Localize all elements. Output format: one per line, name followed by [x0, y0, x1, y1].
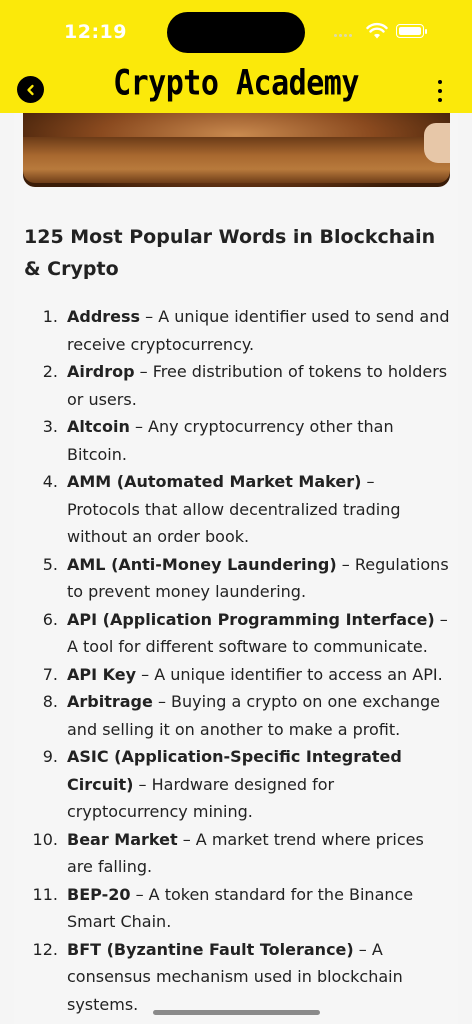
list-item-number: 1.: [42, 307, 58, 326]
battery-icon: [396, 24, 427, 38]
list-item-number: 13.: [14, 1018, 58, 1024]
list-item: 1. Address – A unique identifier used to …: [14, 303, 458, 358]
term-name: Airdrop: [67, 362, 135, 381]
term-definition: – A unique identifier to access an API.: [136, 664, 443, 684]
list-item: 6. API (Application Programming Interface…: [14, 606, 458, 661]
list-item-number: 9.: [42, 747, 58, 766]
list-item-number: 5.: [42, 554, 58, 574]
home-indicator[interactable]: [153, 1010, 320, 1015]
list-item: 9. ASIC (Application-Specific Integrated …: [14, 743, 458, 826]
list-item-number: 11.: [32, 884, 58, 904]
term-name: Bear Market: [67, 829, 178, 849]
cellular-signal-icon: [334, 34, 352, 37]
dynamic-island: [167, 12, 305, 53]
status-time: 12:19: [64, 21, 127, 43]
list-item: 11. BEP-20 – A token standard for the Bin…: [14, 881, 458, 936]
page-title: Crypto Academy: [113, 63, 359, 104]
more-options-button[interactable]: [434, 80, 446, 102]
list-item-number: 12.: [32, 939, 58, 959]
article-heading: 125 Most Popular Words in Blockchain & C…: [24, 226, 436, 280]
list-item-number: 7.: [42, 664, 58, 684]
list-item-number: 4.: [42, 472, 58, 491]
list-item: 3. Altcoin – Any cryptocurrency other tha…: [14, 413, 458, 468]
list-item: 13.Block – A set of transactions recorde…: [14, 1018, 458, 1024]
article-hero-image: [23, 113, 450, 187]
more-vertical-icon: [438, 80, 442, 84]
article-content[interactable]: 125 Most Popular Words in Blockchain & C…: [14, 113, 458, 1024]
list-item-number: 10.: [32, 829, 58, 849]
term-name: API (Application Programming Interface): [67, 609, 435, 629]
term-name: API Key: [67, 664, 137, 684]
term-name: AMM (Automated Market Maker): [67, 472, 362, 491]
app-header: 12:19 Crypto Academy: [0, 0, 472, 113]
list-item-number: 8.: [42, 692, 58, 711]
term-name: BFT (Byzantine Fault Tolerance): [67, 939, 354, 959]
term-name: Altcoin: [67, 417, 130, 436]
list-item: 4. AMM (Automated Market Maker) – Protoco…: [14, 468, 458, 551]
term-name: AML (Anti-Money Laundering): [67, 554, 337, 574]
list-item: 8. Arbitrage – Buying a crypto on one exc…: [14, 688, 458, 743]
list-item: 12. BFT (Byzantine Fault Tolerance) – A c…: [14, 936, 458, 1019]
list-item: 10. Bear Market – A market trend where pr…: [14, 826, 458, 881]
term-name: Arbitrage: [67, 692, 153, 711]
list-item-number: 6.: [42, 609, 58, 629]
term-name: Address: [67, 307, 141, 326]
list-item-number: 3.: [42, 417, 58, 436]
list-item: 2. Airdrop – Free distribution of tokens …: [14, 358, 458, 413]
terms-list: 1. Address – A unique identifier used to …: [14, 303, 458, 1024]
list-item: 5. AML (Anti-Money Laundering) – Regulati…: [14, 551, 458, 606]
wifi-icon: [366, 22, 388, 39]
term-name: BEP-20: [67, 884, 131, 904]
list-item-number: 2.: [42, 362, 58, 381]
list-item: 7. API Key – A unique identifier to acces…: [14, 661, 458, 689]
